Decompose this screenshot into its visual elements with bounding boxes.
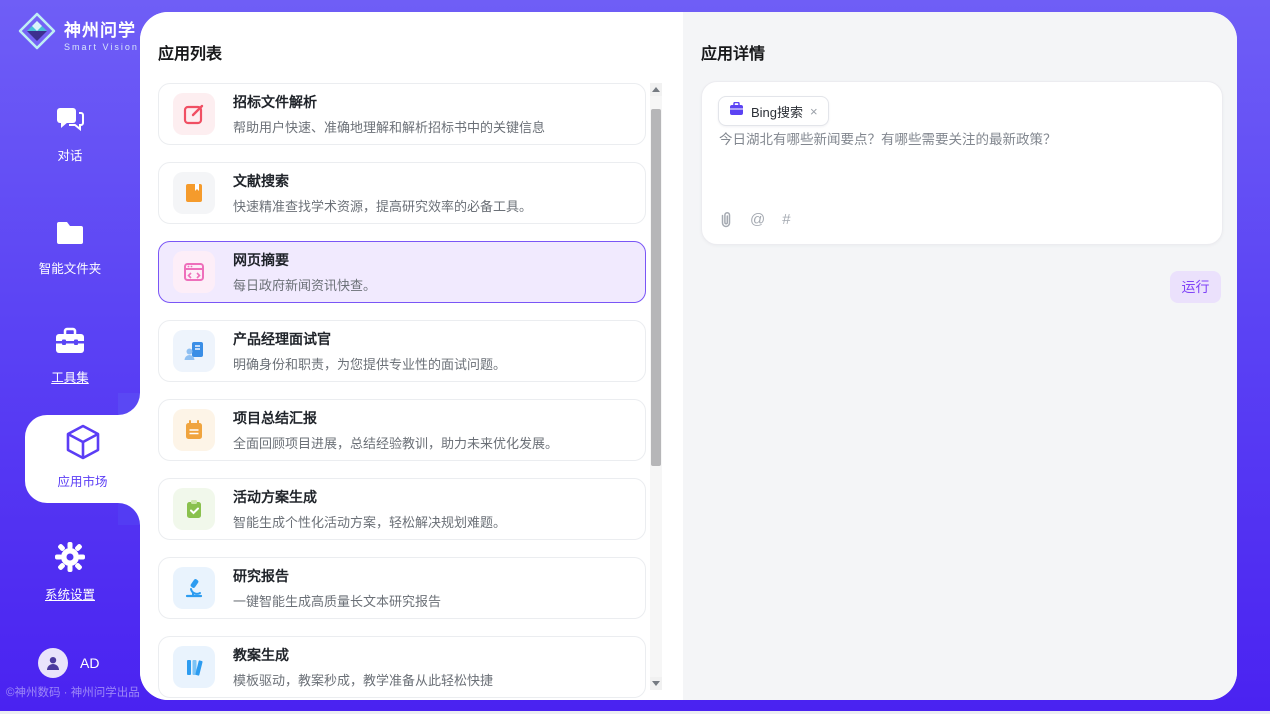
app-detail-title: 应用详情 [701,40,765,64]
query-input[interactable]: 今日湖北有哪些新闻要点？有哪些需要关注的最新政策？ [719,130,1199,150]
app-card-bid-document-analysis[interactable]: 招标文件解析 帮助用户快速、准确地理解和解析招标书中的关键信息 [158,83,646,145]
sidebar-item-toolkit[interactable]: 工具集 [0,327,140,386]
user-account[interactable]: AD [38,648,99,678]
app-list-title: 应用列表 [158,40,222,64]
sidebar-item-chat[interactable]: 对话 [0,105,140,164]
sidebar-item-label: 对话 [57,145,82,164]
sidebar-item-label: 应用市场 [57,471,107,490]
app-card-desc: 帮助用户快速、准确地理解和解析招标书中的关键信息 [233,117,545,136]
app-card-desc: 一键智能生成高质量长文本研究报告 [233,591,441,610]
app-card-event-plan[interactable]: 活动方案生成 智能生成个性化活动方案，轻松解决规划难题。 [158,478,646,540]
close-icon[interactable]: × [810,105,818,118]
folder-icon [55,220,85,251]
sidebar-item-label: 智能文件夹 [39,258,102,277]
app-card-desc: 全面回顾项目进展，总结经验教训，助力未来优化发展。 [233,433,558,452]
tool-chip-label: Bing搜索 [751,102,803,121]
app-card-title: 教案生成 [233,645,493,665]
app-card-pm-interviewer[interactable]: 产品经理面试官 明确身份和职责，为您提供专业性的面试问题。 [158,320,646,382]
brand-name: 神州问学 [64,16,139,41]
toolbox-icon [54,327,86,360]
at-icon[interactable]: @ [750,211,765,228]
sidebar: 神州问学 Smart Vision 对话 智能文件夹 [0,0,140,711]
app-card-literature-search[interactable]: 文献搜索 快速精准查找学术资源，提高研究效率的必备工具。 [158,162,646,224]
clipboard-check-icon [173,488,215,530]
sidebar-item-settings[interactable]: 系统设置 [0,542,140,603]
app-card-title: 招标文件解析 [233,92,545,112]
app-card-title: 文献搜索 [233,171,532,191]
sidebar-item-app-market[interactable]: 应用市场 [25,415,140,503]
app-card-title: 产品经理面试官 [233,329,506,349]
tool-chip-bing-search[interactable]: Bing搜索 × [718,96,829,126]
app-card-web-summary[interactable]: 网页摘要 每日政府新闻资讯快查。 [158,241,646,303]
app-detail-panel: 应用详情 Bing搜索 × 今日湖北有哪些新闻要点？有哪些需要关注的最新政策？ [683,12,1237,700]
scrollbar-up-arrow[interactable] [650,83,662,96]
paperclip-icon[interactable] [719,211,733,228]
app-card-desc: 每日政府新闻资讯快查。 [233,275,376,294]
brand-diamond-icon [18,12,56,55]
app-card-desc: 快速精准查找学术资源，提高研究效率的必备工具。 [233,196,532,215]
app-card-lesson-plan[interactable]: 教案生成 模板驱动，教案秒成，教学准备从此轻松快捷 [158,636,646,698]
app-list-panel: 应用列表 招标文件解析 帮助用户快速、准确地理解和解析招标书中的关键信息 [140,12,683,700]
gear-icon [55,542,85,577]
app-card-desc: 模板驱动，教案秒成，教学准备从此轻松快捷 [233,670,493,689]
browser-code-icon [173,251,215,293]
copyright-footer: ©神州数码 · 神州问学出品 [6,684,140,700]
brand-subtitle: Smart Vision [64,42,139,52]
hash-icon[interactable]: # [782,211,790,228]
scrollbar-down-arrow[interactable] [650,677,662,690]
cube-icon [65,423,101,466]
app-card-desc: 智能生成个性化活动方案，轻松解决规划难题。 [233,512,506,531]
microscope-icon [173,567,215,609]
sidebar-item-label: 系统设置 [45,584,95,603]
briefcase-icon [729,102,744,121]
scrollbar-thumb[interactable] [651,109,661,466]
book-icon [173,172,215,214]
books-icon [173,646,215,688]
app-card-title: 研究报告 [233,566,441,586]
app-card-title: 项目总结汇报 [233,408,558,428]
interviewer-icon [173,330,215,372]
app-card-list: 招标文件解析 帮助用户快速、准确地理解和解析招标书中的关键信息 文献搜索 快速精… [158,83,646,700]
app-card-title: 网页摘要 [233,250,376,270]
bubble-curve-top [118,393,140,415]
input-toolbar: @ # [719,211,791,228]
sidebar-item-label: 工具集 [51,367,89,386]
edit-document-icon [173,93,215,135]
avatar[interactable] [38,648,68,678]
list-scrollbar[interactable] [650,83,662,690]
prompt-input-card[interactable]: Bing搜索 × 今日湖北有哪些新闻要点？有哪些需要关注的最新政策？ @ # [701,81,1223,245]
app-card-title: 活动方案生成 [233,487,506,507]
app-card-project-summary[interactable]: 项目总结汇报 全面回顾项目进展，总结经验教训，助力未来优化发展。 [158,399,646,461]
content-area: 应用列表 招标文件解析 帮助用户快速、准确地理解和解析招标书中的关键信息 [140,12,1237,700]
sidebar-item-smart-folder[interactable]: 智能文件夹 [0,220,140,277]
app-card-desc: 明确身份和职责，为您提供专业性的面试问题。 [233,354,506,373]
calendar-note-icon [173,409,215,451]
run-button[interactable]: 运行 [1170,271,1221,303]
user-initials: AD [80,655,99,671]
app-card-research-report[interactable]: 研究报告 一键智能生成高质量长文本研究报告 [158,557,646,619]
app-logo: 神州问学 Smart Vision [18,12,139,55]
bubble-curve-bottom [118,503,140,525]
chat-icon [55,105,85,138]
